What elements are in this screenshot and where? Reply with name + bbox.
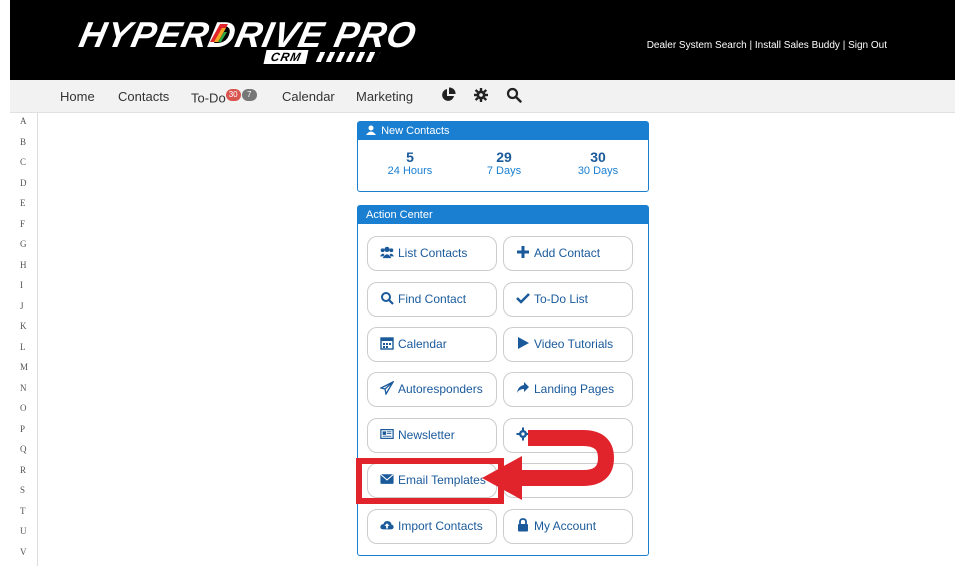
stat-7-days[interactable]: 29 7 Days [464,149,544,177]
cloud-upload-icon [380,521,394,530]
stat-label: 24 Hours [387,165,433,177]
share-icon [517,382,529,393]
alpha-letter[interactable]: C [20,157,26,167]
button-label: Find Contact [398,292,467,306]
plus-icon [517,246,529,258]
stat-30-days[interactable]: 30 30 Days [558,149,638,177]
action-center-header: Action Center [358,206,648,224]
landing-pages-button[interactable]: Landing Pages [503,372,633,407]
button-label: Video Tutorials [534,337,614,351]
nav-calendar[interactable]: Calendar [282,89,335,104]
alpha-letter[interactable]: S [20,485,25,495]
button-label: Import Contacts [398,519,483,533]
calendar-button[interactable]: Calendar [367,327,497,362]
button-label: List Contacts [398,246,468,260]
alpha-letter[interactable]: R [20,465,26,475]
nav-contacts[interactable]: Contacts [118,89,169,104]
user-icon [366,125,376,135]
users-icon [380,246,394,259]
logo-accent-icon [210,24,228,42]
alpha-letter[interactable]: O [20,403,27,413]
header: HYPERDRIVE PRO CRM Dealer System Search … [0,0,955,80]
alpha-letter[interactable]: Q [20,444,27,454]
stat-label: 30 Days [577,165,619,177]
new-contacts-panel: New Contacts 5 24 Hours 29 7 Days 30 30 … [357,121,649,192]
alpha-letter[interactable]: A [20,116,27,126]
u-turn-arrow-icon [482,430,614,500]
button-label: To-Do List [534,292,589,306]
add-contact-button[interactable]: Add Contact [503,236,633,271]
check-icon [516,293,530,304]
paper-plane-icon [380,381,394,395]
stat-value: 30 [590,149,606,165]
main-nav: Home Contacts To-Do 30 7 Calendar Marketin… [10,80,955,113]
todo-list-button[interactable]: To-Do List [503,282,633,317]
nav-todo[interactable]: To-Do 30 7 [191,89,257,105]
video-tutorials-button[interactable]: Video Tutorials [503,327,633,362]
autoresponders-button[interactable]: Autoresponders [367,372,497,407]
nav-marketing[interactable]: Marketing [356,89,413,104]
import-contacts-button[interactable]: Import Contacts [367,509,497,544]
nav-todo-label: To-Do [191,90,226,106]
stat-value: 5 [406,149,414,165]
alpha-letter[interactable]: B [20,137,26,147]
todo-pending-badge: 7 [241,89,257,101]
lock-icon [518,518,528,532]
header-links-text[interactable]: Dealer System Search | Install Sales Bud… [647,40,887,51]
alpha-letter[interactable]: T [20,506,26,516]
find-contact-button[interactable]: Find Contact [367,282,497,317]
alpha-letter[interactable]: L [20,342,26,352]
stat-24-hours[interactable]: 5 24 Hours [370,149,450,177]
my-account-button[interactable]: My Account [503,509,633,544]
alpha-letter[interactable]: G [20,239,27,249]
play-icon [518,337,529,349]
alpha-letter[interactable]: F [20,219,25,229]
alphabet-index: A BC DE FG HI JK LM NO PQ RS TU V [10,113,38,566]
alpha-letter[interactable]: I [20,280,23,290]
alpha-letter[interactable]: D [20,178,27,188]
list-contacts-button[interactable]: List Contacts [367,236,497,271]
alpha-letter[interactable]: J [20,301,24,311]
todo-overdue-badge: 30 [225,89,241,101]
calendar-icon [380,337,394,350]
pie-chart-icon[interactable] [440,87,456,103]
newspaper-icon [380,429,394,439]
button-label: My Account [534,519,597,533]
search-icon[interactable] [506,87,522,103]
button-label: Calendar [398,337,447,351]
stat-label: 7 Days [486,165,522,177]
alpha-letter[interactable]: K [20,321,27,331]
header-links[interactable]: Dealer System Search | Install Sales Bud… [647,40,887,51]
logo-text: HYPERDRIVE PRO [75,14,421,55]
stat-value: 29 [496,149,512,165]
search-icon [381,292,394,305]
button-label: Landing Pages [534,382,615,396]
alpha-letter[interactable]: V [20,547,27,557]
alpha-letter[interactable]: E [20,198,26,208]
nav-home[interactable]: Home [60,89,95,104]
gear-icon[interactable] [473,87,489,103]
alpha-letter[interactable]: U [20,526,27,536]
logo-subtext: CRM [263,50,309,64]
button-label: Newsletter [398,428,455,442]
button-label: Autoresponders [398,382,483,396]
alpha-letter[interactable]: H [20,260,27,270]
alpha-letter[interactable]: P [20,424,25,434]
action-center-title: Action Center [366,209,433,221]
button-label: Add Contact [534,246,601,260]
alpha-letter[interactable]: N [20,383,27,393]
new-contacts-title: New Contacts [381,125,450,137]
new-contacts-header: New Contacts [358,122,648,140]
alpha-letter[interactable]: M [20,362,28,372]
logo[interactable]: HYPERDRIVE PRO CRM [76,14,421,68]
app: HYPERDRIVE PRO CRM Dealer System Search … [0,0,955,566]
checkered-flag-icon [315,52,381,62]
